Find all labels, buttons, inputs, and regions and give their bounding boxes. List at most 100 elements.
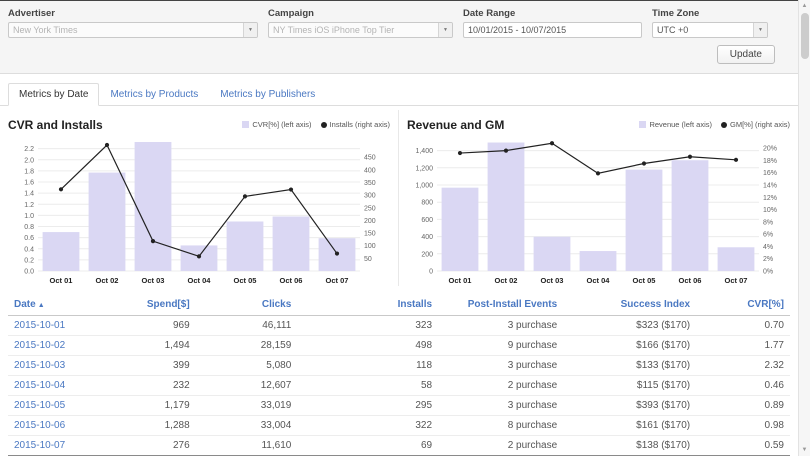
line-point xyxy=(503,148,509,153)
column-header-success-index[interactable]: Success Index xyxy=(563,294,697,316)
column-header-label: Installs xyxy=(397,299,433,310)
table-row: 2015-10-05 1,179 33,019 295 3 purchase $393 (… xyxy=(8,395,790,416)
right-axis-tick: 350 xyxy=(364,180,376,187)
chevron-down-icon: ▼ xyxy=(243,23,257,37)
line-point xyxy=(288,187,294,192)
date-link[interactable]: 2015-10-03 xyxy=(8,355,102,376)
table-row: 2015-10-02 1,494 28,159 498 9 purchase $166 (… xyxy=(8,335,790,356)
cvr-installs-chart: 0.0 0.2 0.4 0.6 0.8 1.0 1.2 1.4 1.6 1.8 2.0 2.2 50 10… xyxy=(24,142,376,285)
time-zone-select[interactable]: UTC +0 ▼ xyxy=(652,22,768,38)
tab-metrics-by-date[interactable]: Metrics by Date xyxy=(8,83,100,106)
date-link[interactable]: 2015-10-02 xyxy=(8,335,102,356)
bar xyxy=(134,142,172,271)
line-point xyxy=(242,194,248,199)
line-point xyxy=(196,254,202,259)
x-axis-label: Oct 06 xyxy=(679,276,702,285)
table-row: 2015-10-03 399 5,080 118 3 purchase $133 ($17… xyxy=(8,355,790,376)
date-link[interactable]: 2015-10-04 xyxy=(8,375,102,396)
left-axis-tick: 0.4 xyxy=(24,246,34,253)
table-cell: 295 xyxy=(297,395,439,416)
bar xyxy=(42,232,80,271)
right-axis-tick: 18% xyxy=(763,158,777,165)
left-axis-tick: 0.2 xyxy=(24,257,34,264)
table-cell: 2.32 xyxy=(696,355,790,376)
x-axis-label: Oct 02 xyxy=(495,276,518,285)
time-zone-label: Time Zone xyxy=(652,8,700,19)
line-point xyxy=(104,142,110,148)
left-axis-tick: 600 xyxy=(421,217,433,224)
sort-asc-icon: ▲ xyxy=(37,302,45,309)
update-row: Update xyxy=(8,38,802,64)
table-cell: $133 ($170) xyxy=(563,355,697,376)
left-axis-tick: 0.6 xyxy=(24,235,34,242)
left-axis-tick: 0 xyxy=(429,269,433,276)
column-header-label: Date xyxy=(14,299,36,310)
column-header-cvr[interactable]: CVR[%] xyxy=(696,294,790,316)
right-axis-tick: 10% xyxy=(763,207,777,214)
line-point xyxy=(150,239,156,244)
right-axis-tick: 20% xyxy=(763,146,777,153)
date-link[interactable]: 2015-10-05 xyxy=(8,395,102,416)
advertiser-select[interactable]: New York Times ▼ xyxy=(8,22,258,38)
update-button[interactable]: Update xyxy=(716,45,775,64)
table-row: 2015-10-01 969 46,111 323 3 purchase $323 ($1… xyxy=(8,315,790,336)
tab-metrics-by-products[interactable]: Metrics by Products xyxy=(99,83,209,106)
chart-title-cvr-installs: CVR and Installs xyxy=(8,118,103,132)
x-axis-label: Oct 05 xyxy=(234,276,257,285)
column-header-label: Clicks xyxy=(261,299,292,310)
right-axis-tick: 8% xyxy=(763,219,773,226)
date-link[interactable]: 2015-10-06 xyxy=(8,415,102,436)
chevron-down-icon: ▼ xyxy=(753,23,767,37)
date-link[interactable]: 2015-10-07 xyxy=(8,435,102,456)
legend-label: CVR[%] (left axis) xyxy=(252,120,312,129)
table-cell: 1.77 xyxy=(696,335,790,356)
line-point xyxy=(334,251,340,256)
x-axis-label: Oct 04 xyxy=(587,276,611,285)
table-cell: 276 xyxy=(101,435,196,456)
scrollbar-thumb[interactable] xyxy=(801,13,809,59)
x-axis-label: Oct 03 xyxy=(142,276,165,285)
scroll-up-icon[interactable]: ▲ xyxy=(799,0,810,12)
column-header-post-install-events[interactable]: Post-Install Events xyxy=(438,294,564,316)
left-axis-tick: 400 xyxy=(421,234,433,241)
column-header-date[interactable]: Date ▲ xyxy=(8,294,102,316)
right-axis-tick: 6% xyxy=(763,232,773,239)
date-link[interactable]: 2015-10-01 xyxy=(8,315,102,336)
table-cell: 2 purchase xyxy=(438,375,564,396)
table-header-row: Date ▲ Spend[$] Clicks Installs Post-Install … xyxy=(8,294,790,316)
filters-row: Advertiser New York Times ▼ Campaign NY … xyxy=(8,8,802,38)
table-cell: 1,179 xyxy=(101,395,196,416)
table-cell: $138 ($170) xyxy=(563,435,697,456)
advertiser-value: New York Times xyxy=(13,25,78,35)
table-cell: 1,288 xyxy=(101,415,196,436)
table-cell: 232 xyxy=(101,375,196,396)
bar xyxy=(671,160,709,271)
table-cell: 1,494 xyxy=(101,335,196,356)
column-header-spend[interactable]: Spend[$] xyxy=(101,294,196,316)
campaign-select[interactable]: NY Times iOS iPhone Top Tier ▼ xyxy=(268,22,453,38)
tab-metrics-by-publishers[interactable]: Metrics by Publishers xyxy=(209,83,326,106)
x-axis-label: Oct 02 xyxy=(96,276,119,285)
tab-bar: Metrics by Date Metrics by Products Metric… xyxy=(0,74,810,106)
line-point xyxy=(595,171,601,176)
date-range-filter: Date Range xyxy=(463,8,642,38)
vertical-scrollbar[interactable]: ▲ ▼ xyxy=(798,0,810,456)
chart-legend: CVR[%] (left axis) Installs (right axis) xyxy=(242,118,390,129)
x-axis-label: Oct 07 xyxy=(725,276,748,285)
time-zone-value: UTC +0 xyxy=(657,25,689,35)
legend-item-revenue-left-axis: Revenue (left axis) xyxy=(639,120,712,129)
column-header-clicks[interactable]: Clicks xyxy=(195,294,298,316)
legend-item-cvr-left-axis: CVR[%] (left axis) xyxy=(242,120,312,129)
legend-label: Revenue (left axis) xyxy=(649,120,712,129)
column-header-label: Spend[$] xyxy=(146,299,190,310)
right-axis-tick: 14% xyxy=(763,183,777,190)
scroll-down-icon[interactable]: ▼ xyxy=(799,444,810,456)
table-cell: $115 ($170) xyxy=(563,375,697,396)
date-range-input[interactable] xyxy=(463,22,642,38)
metrics-table-wrap: Date ▲ Spend[$] Clicks Installs Post-Install … xyxy=(0,286,810,456)
column-header-installs[interactable]: Installs xyxy=(297,294,439,316)
line-point xyxy=(733,157,739,162)
table-cell: 12,607 xyxy=(195,375,298,396)
bar xyxy=(625,169,663,271)
table-cell: 0.59 xyxy=(696,435,790,456)
